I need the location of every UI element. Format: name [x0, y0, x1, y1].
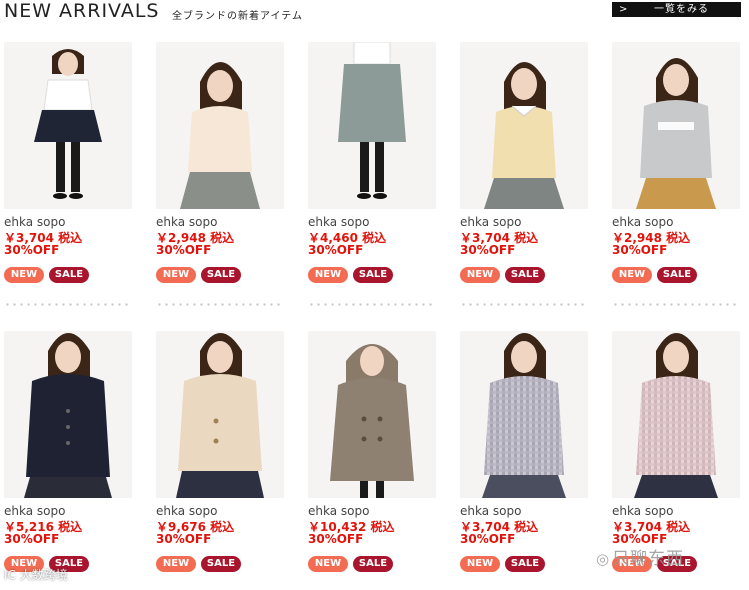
product-brand[interactable]: ehka sopo: [460, 504, 521, 518]
product-brand[interactable]: ehka sopo: [308, 504, 369, 518]
watermark-right-label: 只聊东西: [612, 549, 685, 569]
new-badge: NEW: [308, 556, 348, 572]
product-brand[interactable]: ehka sopo: [308, 215, 369, 229]
product-photo[interactable]: [460, 42, 588, 209]
product-photo[interactable]: [156, 331, 284, 498]
sale-badge: SALE: [505, 556, 545, 572]
sale-badge: SALE: [353, 267, 393, 283]
new-badge: NEW: [156, 267, 196, 283]
new-badge: NEW: [4, 267, 44, 283]
section-subtitle: 全ブランドの新着アイテム: [172, 11, 303, 22]
new-badge: NEW: [612, 267, 652, 283]
product-photo[interactable]: [308, 42, 436, 209]
new-badge: NEW: [308, 267, 348, 283]
product-photo[interactable]: [460, 331, 588, 498]
watermark-left: IC 大数跨境: [4, 568, 68, 582]
product-discount: 30%OFF: [156, 243, 212, 257]
product-brand[interactable]: ehka sopo: [4, 215, 65, 229]
product-brand[interactable]: ehka sopo: [612, 504, 673, 518]
product-photo[interactable]: [156, 42, 284, 209]
product-photo[interactable]: [612, 331, 740, 498]
sale-badge: SALE: [49, 267, 89, 283]
section-header: NEW ARRIVALS 全ブランドの新着アイテム > 一覧をみる: [0, 0, 749, 26]
new-badge: NEW: [460, 556, 500, 572]
sale-badge: SALE: [657, 267, 697, 283]
sale-badge: SALE: [505, 267, 545, 283]
sale-badge: SALE: [201, 267, 241, 283]
product-discount: 30%OFF: [4, 243, 60, 257]
product-brand[interactable]: ehka sopo: [156, 215, 217, 229]
product-discount: 30%OFF: [612, 243, 668, 257]
product-photo[interactable]: [308, 331, 436, 498]
view-all-button[interactable]: > 一覧をみる: [612, 2, 741, 17]
new-badge: NEW: [460, 267, 500, 283]
sale-badge: SALE: [353, 556, 393, 572]
row-divider: [0, 303, 749, 307]
product-discount: 30%OFF: [308, 243, 364, 257]
section-title: NEW ARRIVALS: [4, 0, 160, 22]
product-brand[interactable]: ehka sopo: [4, 504, 65, 518]
product-photo[interactable]: [4, 331, 132, 498]
view-all-label: 一覧をみる: [654, 4, 709, 15]
product-photo[interactable]: [612, 42, 740, 209]
product-discount: 30%OFF: [156, 532, 212, 546]
chevron-right-icon: >: [619, 4, 628, 15]
product-discount: 30%OFF: [4, 532, 60, 546]
new-badge: NEW: [156, 556, 196, 572]
product-discount: 30%OFF: [308, 532, 364, 546]
product-brand[interactable]: ehka sopo: [156, 504, 217, 518]
product-brand[interactable]: ehka sopo: [460, 215, 521, 229]
sale-badge: SALE: [201, 556, 241, 572]
product-discount: 30%OFF: [460, 532, 516, 546]
product-photo[interactable]: [4, 42, 132, 209]
product-brand[interactable]: ehka sopo: [612, 215, 673, 229]
watermark-right: ◎ 只聊东西: [596, 544, 684, 569]
wechat-icon: ◎: [596, 550, 611, 568]
product-discount: 30%OFF: [460, 243, 516, 257]
